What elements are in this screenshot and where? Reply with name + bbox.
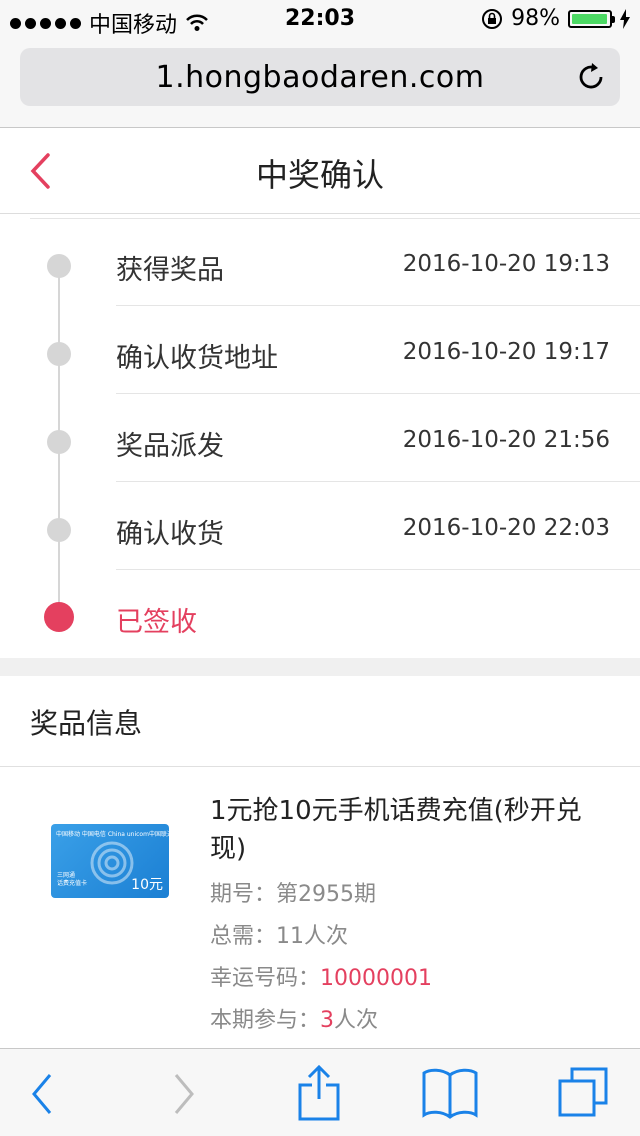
timeline-label-current: 已签收 (116, 607, 197, 638)
participation-unit: 人次 (334, 1008, 379, 1033)
total-row: 总需：11人次 (210, 918, 348, 950)
timeline-label: 获得奖品 (116, 255, 224, 286)
battery-percent: 98% (511, 6, 560, 31)
timeline-time: 2016-10-20 19:17 (402, 339, 610, 365)
share-icon[interactable] (294, 1063, 344, 1123)
card-logos: 中国移动 中国电信 China unicom中国联通 (56, 831, 169, 838)
prize-section-title: 奖品信息 (30, 707, 143, 740)
timeline-label: 确认收货地址 (116, 343, 278, 374)
app-header: 中奖确认 (0, 128, 640, 214)
url-text: 1.hongbaodaren.com (155, 59, 485, 95)
timeline-item: 确认收货地址 2016-10-20 19:17 (0, 306, 640, 394)
timeline-dot (47, 430, 71, 454)
total-value: 11人次 (276, 924, 349, 949)
participation-label: 本期参与： (210, 1008, 321, 1033)
prize-title[interactable]: 1元抢10元手机话费充值(秒开兑现) (210, 792, 610, 868)
card-amount: 10元 (131, 877, 163, 893)
prize-info-section: 奖品信息 中国移动 中国电信 China unicom中国联通 三网通 话费充值… (0, 676, 640, 1048)
timeline-dot-active (44, 602, 74, 632)
browser-forward-icon[interactable] (158, 1069, 208, 1119)
browser-url-area: 1.hongbaodaren.com (0, 40, 640, 128)
status-right: 98% (481, 6, 630, 31)
lucky-number-label: 幸运号码： (210, 966, 321, 991)
total-label: 总需： (210, 924, 277, 949)
bookmarks-icon[interactable] (420, 1067, 480, 1119)
timeline-item: 获得奖品 2016-10-20 19:13 (0, 218, 640, 306)
lucky-number-value: 10000001 (320, 966, 432, 991)
period-row: 期号：第2955期 (210, 876, 376, 908)
timeline-time: 2016-10-20 19:13 (402, 251, 610, 277)
url-field[interactable]: 1.hongbaodaren.com (20, 48, 620, 106)
participation-row: 本期参与：3人次 (210, 1002, 378, 1034)
timeline-item: 奖品派发 2016-10-20 21:56 (0, 394, 640, 482)
timeline-item-current: 已签收 (0, 570, 640, 658)
battery-icon (568, 9, 615, 28)
period-label: 期号： (210, 882, 277, 907)
card-caption: 三网通 话费充值卡 (57, 872, 88, 887)
timeline-dot (47, 254, 71, 278)
page-title: 中奖确认 (255, 156, 384, 194)
orientation-lock-icon (482, 8, 503, 29)
charging-icon (620, 8, 630, 29)
browser-toolbar (0, 1048, 640, 1136)
timeline-item: 确认收货 2016-10-20 22:03 (0, 482, 640, 570)
card-swirl-icon (90, 841, 134, 885)
reload-icon[interactable] (576, 62, 606, 92)
period-value: 第2955期 (276, 882, 377, 907)
lucky-number-row: 幸运号码：10000001 (210, 960, 432, 992)
recharge-card-image: 中国移动 中国电信 China unicom中国联通 三网通 话费充值卡 10元 (51, 824, 169, 898)
status-bar: 中国移动 22:03 98% (0, 0, 640, 40)
tabs-icon[interactable] (556, 1065, 612, 1121)
timeline-dot (47, 518, 71, 542)
participation-count: 3 (320, 1008, 335, 1033)
timeline-time: 2016-10-20 21:56 (402, 427, 610, 453)
status-timeline: 获得奖品 2016-10-20 19:13 确认收货地址 2016-10-20 … (0, 214, 640, 658)
timeline-label: 奖品派发 (116, 431, 224, 462)
browser-back-icon[interactable] (18, 1069, 68, 1119)
timeline-time: 2016-10-20 22:03 (402, 515, 610, 541)
divider (0, 766, 640, 767)
section-gap (0, 658, 640, 676)
timeline-label: 确认收货 (116, 519, 224, 550)
timeline-dot (47, 342, 71, 366)
